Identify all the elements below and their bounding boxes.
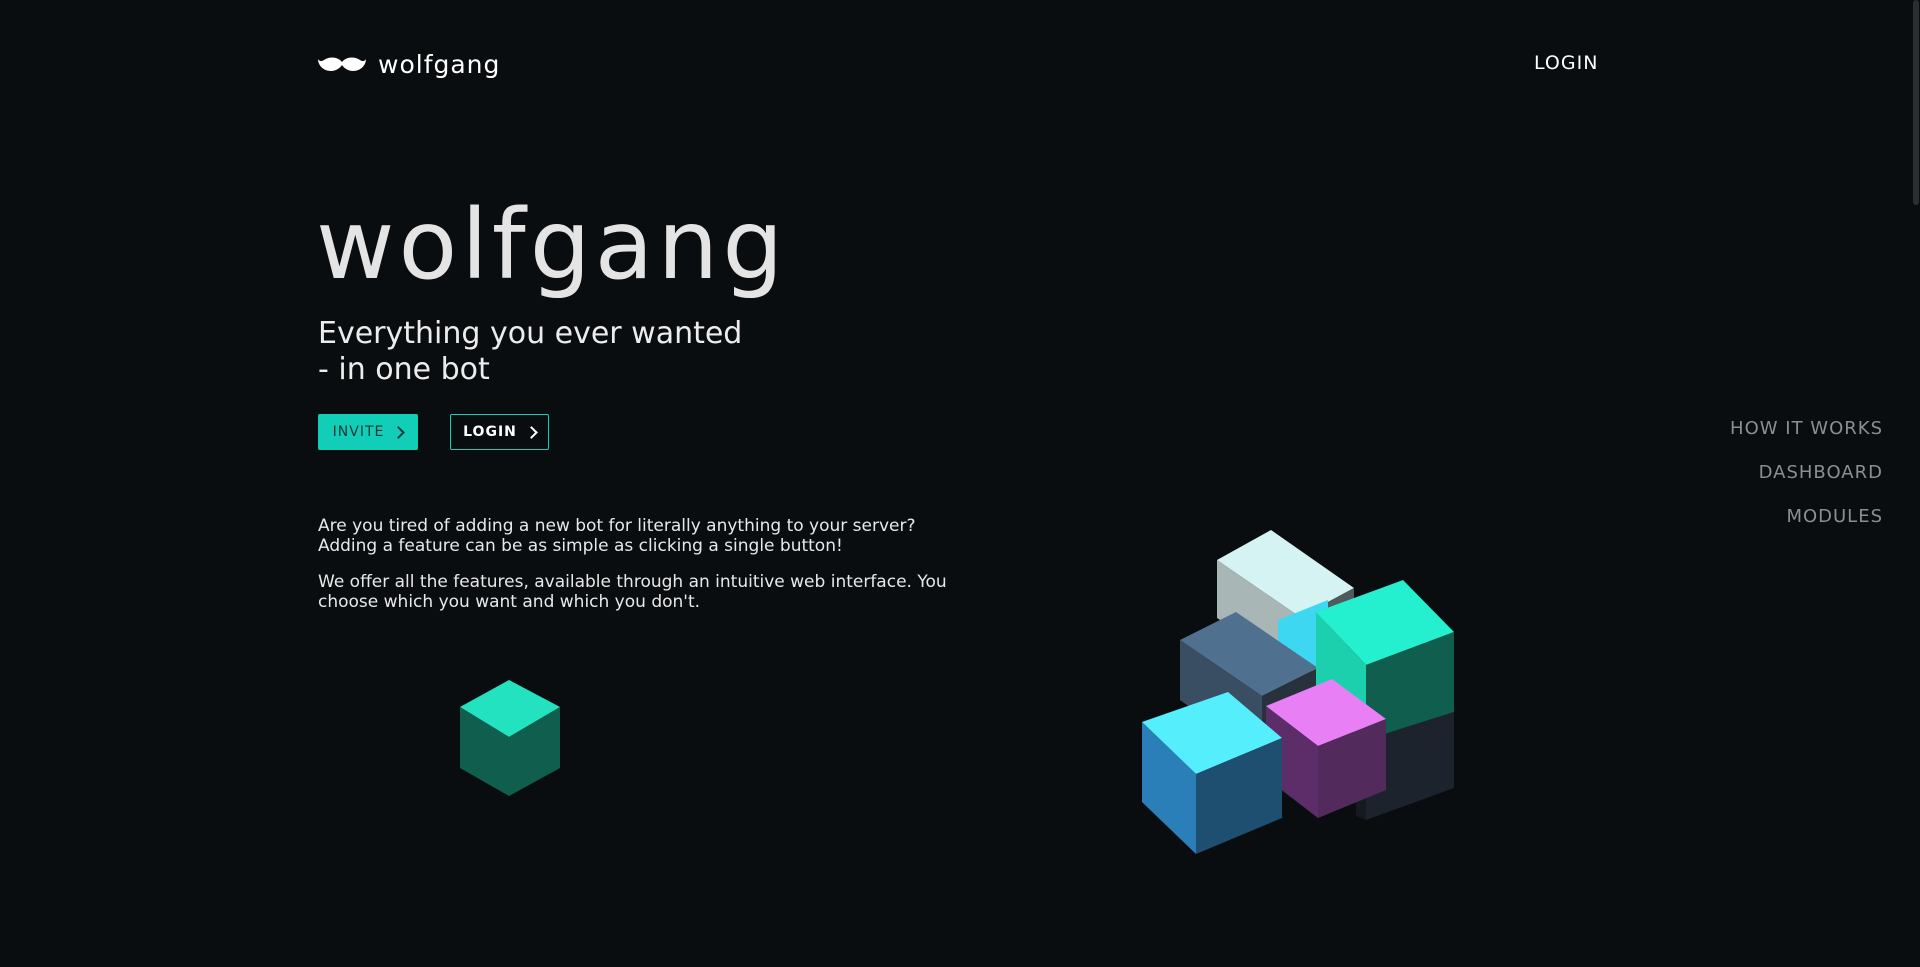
- page-scrollbar[interactable]: [1912, 0, 1920, 967]
- login-button-label: LOGIN: [463, 424, 517, 440]
- logo[interactable]: wolfgang: [318, 50, 500, 79]
- logo-text: wolfgang: [378, 50, 501, 79]
- hero-title: wolfgang: [316, 189, 788, 301]
- login-button[interactable]: LOGIN: [450, 414, 549, 450]
- mustache-icon: [318, 56, 366, 74]
- intro-paragraph-2: We offer all the features, available thr…: [318, 572, 947, 612]
- landing-page: wolfgang LOGIN wolfgang Everything you e…: [0, 0, 1920, 967]
- intro-paragraph-1: Are you tired of adding a new bot for li…: [318, 516, 978, 556]
- invite-button[interactable]: INVITE: [318, 414, 418, 450]
- hero-subtitle: Everything you ever wanted - in one bot: [318, 316, 878, 388]
- side-nav-item-how-it-works[interactable]: HOW IT WORKS: [1730, 418, 1883, 439]
- small-cube-illustration: [460, 680, 560, 796]
- invite-button-label: INVITE: [332, 424, 385, 440]
- header-login-link[interactable]: LOGIN: [1534, 52, 1598, 74]
- hero-subtitle-line-1: Everything you ever wanted: [318, 316, 743, 351]
- chevron-right-icon: [392, 425, 406, 439]
- side-nav: HOW IT WORKS DASHBOARD MODULES: [1730, 418, 1883, 527]
- scrollbar-thumb[interactable]: [1913, 0, 1919, 205]
- side-nav-item-dashboard[interactable]: DASHBOARD: [1759, 462, 1883, 483]
- hero-subtitle-line-2: - in one bot: [318, 352, 490, 387]
- intro-paragraph-1-line-2: Adding a feature can be as simple as cli…: [318, 536, 843, 556]
- chevron-right-icon: [525, 425, 538, 439]
- cube-cluster-illustration: [1142, 530, 1454, 854]
- side-nav-item-modules[interactable]: MODULES: [1786, 506, 1883, 527]
- intro-paragraph-1-line-1: Are you tired of adding a new bot for li…: [318, 516, 916, 536]
